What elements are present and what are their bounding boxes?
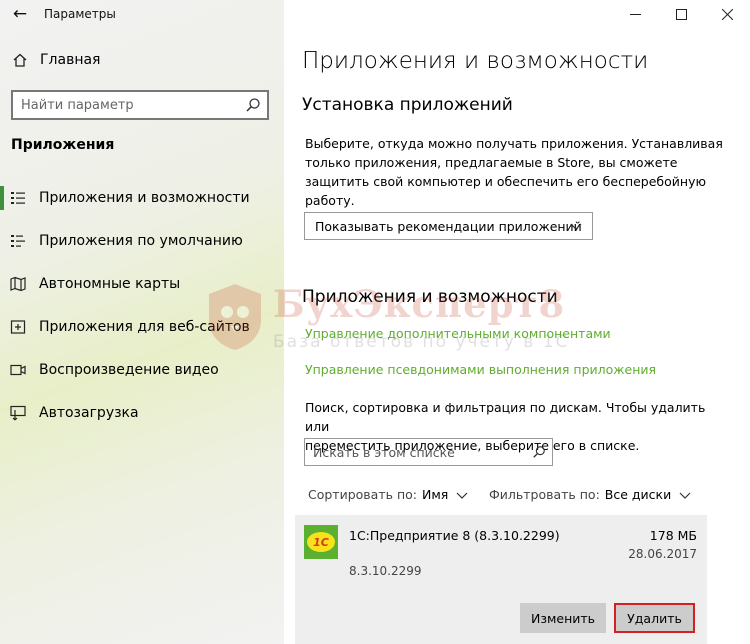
item-indicator	[0, 272, 4, 296]
sort-control[interactable]: Сортировать по: Имя	[308, 487, 468, 502]
minimize-button[interactable]	[612, 0, 658, 28]
maximize-button[interactable]	[658, 0, 704, 28]
minimize-icon	[629, 13, 641, 15]
video-playback-icon	[10, 364, 26, 376]
sidebar: ← Параметры Главная Приложения Приложени…	[0, 0, 284, 644]
title-bar: ← Параметры	[0, 0, 284, 30]
description-line: Поиск, сортировка и фильтрация по дискам…	[305, 400, 706, 434]
item-indicator	[0, 401, 4, 425]
app-list-item[interactable]: 1С 1С:Предприятие 8 (8.3.10.2299) 178 МБ…	[295, 515, 707, 644]
sidebar-item-label: Приложения для веб-сайтов	[39, 319, 250, 335]
filter-control[interactable]: Фильтровать по: Все диски	[489, 487, 691, 502]
app-logo-icon: 1С	[304, 525, 338, 559]
app-list-search-input[interactable]	[313, 444, 513, 460]
home-label: Главная	[40, 52, 101, 68]
app-list-search	[304, 438, 553, 466]
window-controls	[612, 0, 750, 30]
apps-websites-icon	[10, 320, 26, 334]
sidebar-item-label: Автономные карты	[39, 276, 181, 292]
back-button[interactable]: ←	[6, 2, 34, 26]
item-indicator	[0, 358, 4, 382]
offline-maps-icon	[10, 276, 26, 292]
description-line: защитить свой компьютер и обеспечить его…	[305, 174, 707, 189]
apps-features-icon	[11, 192, 25, 204]
uninstall-button[interactable]: Удалить	[614, 603, 695, 633]
sort-label: Сортировать по:	[308, 487, 417, 502]
sidebar-item-apps-features[interactable]: Приложения и возможности	[0, 178, 284, 218]
page-title: Приложения и возможности	[302, 48, 649, 74]
sort-value: Имя	[421, 487, 449, 502]
startup-icon	[10, 405, 26, 421]
install-section-title: Установка приложений	[302, 95, 513, 115]
main-content: Приложения и возможности Установка прило…	[284, 0, 750, 644]
maximize-icon	[675, 8, 687, 20]
search-icon[interactable]	[245, 97, 261, 113]
sidebar-item-startup[interactable]: Автозагрузка	[0, 393, 284, 433]
description-line: только приложения, предлагаемые в Store,…	[305, 155, 678, 170]
sidebar-item-label: Автозагрузка	[39, 405, 139, 421]
sidebar-item-label: Приложения по умолчанию	[39, 233, 243, 249]
section-label: Приложения	[11, 137, 115, 153]
apps-section-title: Приложения и возможности	[302, 287, 558, 307]
close-icon	[721, 8, 733, 20]
close-button[interactable]	[704, 0, 750, 28]
app-version: 8.3.10.2299	[349, 564, 422, 578]
app-logo-badge: 1С	[307, 532, 335, 552]
modify-button[interactable]: Изменить	[520, 603, 606, 633]
chevron-down-icon	[679, 492, 691, 499]
app-name: 1С:Предприятие 8 (8.3.10.2299)	[349, 528, 560, 543]
sidebar-item-default-apps[interactable]: Приложения по умолчанию	[0, 221, 284, 261]
sidebar-item-offline-maps[interactable]: Автономные карты	[0, 264, 284, 304]
window-title: Параметры	[44, 7, 116, 21]
search-icon[interactable]	[532, 445, 546, 459]
install-description: Выберите, откуда можно получать приложен…	[305, 134, 725, 210]
install-source-dropdown[interactable]: Показывать рекомендации приложений	[304, 212, 593, 240]
settings-search	[11, 90, 269, 120]
description-line: работу.	[305, 193, 355, 208]
sidebar-item-label: Приложения и возможности	[39, 190, 250, 206]
app-install-date: 28.06.2017	[628, 547, 697, 561]
app-size: 178 МБ	[649, 528, 697, 543]
item-indicator	[0, 315, 4, 339]
manage-optional-features-link[interactable]: Управление дополнительными компонентами	[305, 326, 611, 341]
home-icon	[13, 53, 27, 67]
settings-search-input[interactable]	[21, 97, 241, 113]
manage-app-aliases-link[interactable]: Управление псевдонимами выполнения прило…	[305, 362, 656, 377]
filter-value: Все диски	[604, 487, 672, 502]
sidebar-item-label: Воспроизведение видео	[39, 362, 219, 378]
default-apps-icon	[11, 235, 25, 247]
sidebar-item-video-playback[interactable]: Воспроизведение видео	[0, 350, 284, 390]
item-indicator	[0, 229, 4, 253]
filter-label: Фильтровать по:	[489, 487, 600, 502]
home-link[interactable]: Главная	[12, 52, 100, 68]
description-line: Выберите, откуда можно получать приложен…	[305, 136, 723, 151]
dropdown-value: Показывать рекомендации приложений	[315, 218, 582, 234]
active-indicator	[0, 186, 4, 210]
sidebar-item-apps-websites[interactable]: Приложения для веб-сайтов	[0, 307, 284, 347]
chevron-down-icon	[456, 492, 468, 499]
chevron-down-icon	[570, 223, 582, 230]
